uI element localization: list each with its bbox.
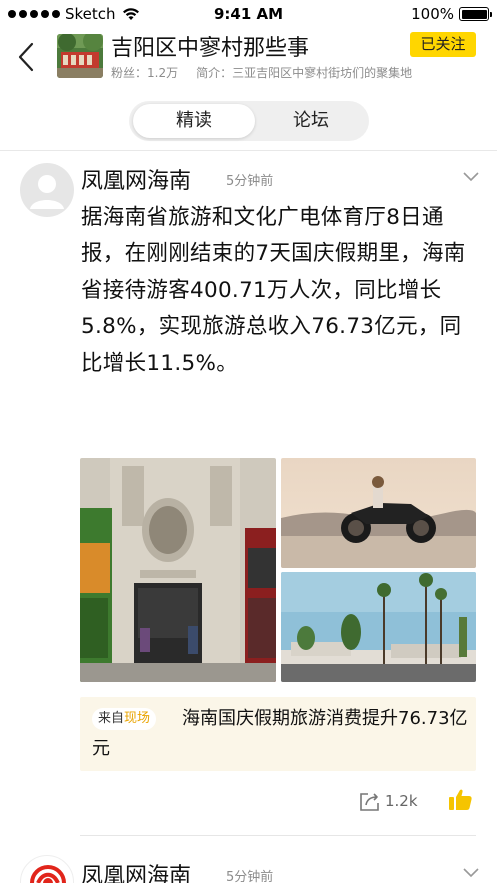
group-title: 吉阳区中寥村那些事 xyxy=(111,36,310,61)
post-author[interactable]: 凤凰网海南 xyxy=(81,163,191,195)
group-avatar[interactable] xyxy=(57,34,103,78)
tab-forum[interactable]: 论坛 xyxy=(255,104,367,138)
battery-group: 100% xyxy=(411,5,492,23)
post-time-2: 5分钟前 xyxy=(226,870,274,883)
author-avatar[interactable] xyxy=(20,163,74,217)
tab-switch: 精读 论坛 xyxy=(129,101,369,141)
post-author-2[interactable]: 凤凰网海南 xyxy=(81,858,191,883)
tab-featured[interactable]: 精读 xyxy=(133,104,255,138)
chevron-down-icon[interactable] xyxy=(462,170,480,182)
battery-icon xyxy=(459,7,492,21)
post-image-palms[interactable] xyxy=(281,572,476,682)
post-image-building[interactable] xyxy=(80,458,276,682)
back-icon[interactable] xyxy=(14,40,40,74)
header-divider xyxy=(0,150,497,151)
author-avatar-2[interactable] xyxy=(20,855,74,883)
group-meta: 粉丝：1.2万 简介：三亚吉阳区中寥村街坊们的聚集地 xyxy=(111,64,412,81)
group-intro: 简介：三亚吉阳区中寥村街坊们的聚集地 xyxy=(196,66,413,80)
status-bar: Sketch 9:41 AM 100% xyxy=(0,0,497,28)
post-body: 据海南省旅游和文化广电体育厅8日通报，在刚刚结束的7天国庆假期里，海南省接待游客… xyxy=(81,205,466,376)
post-image-motorcycle[interactable] xyxy=(281,458,476,568)
share-icon[interactable] xyxy=(358,790,382,812)
post-image-grid xyxy=(80,458,476,682)
post-time: 5分钟前 xyxy=(226,174,274,189)
chevron-down-icon[interactable] xyxy=(462,866,480,878)
thumbs-up-icon[interactable] xyxy=(448,788,473,811)
post-divider xyxy=(80,835,476,836)
battery-percent: 100% xyxy=(411,5,454,23)
follow-button[interactable]: 已关注 xyxy=(410,32,476,57)
source-title[interactable]: 海南国庆假期旅游消费提升76.73亿元 xyxy=(92,704,468,764)
share-count: 1.2k xyxy=(385,792,418,810)
source-card[interactable]: 来自现场 海南国庆假期旅游消费提升76.73亿元 xyxy=(80,697,476,771)
fans-count: 粉丝：1.2万 xyxy=(111,66,179,80)
